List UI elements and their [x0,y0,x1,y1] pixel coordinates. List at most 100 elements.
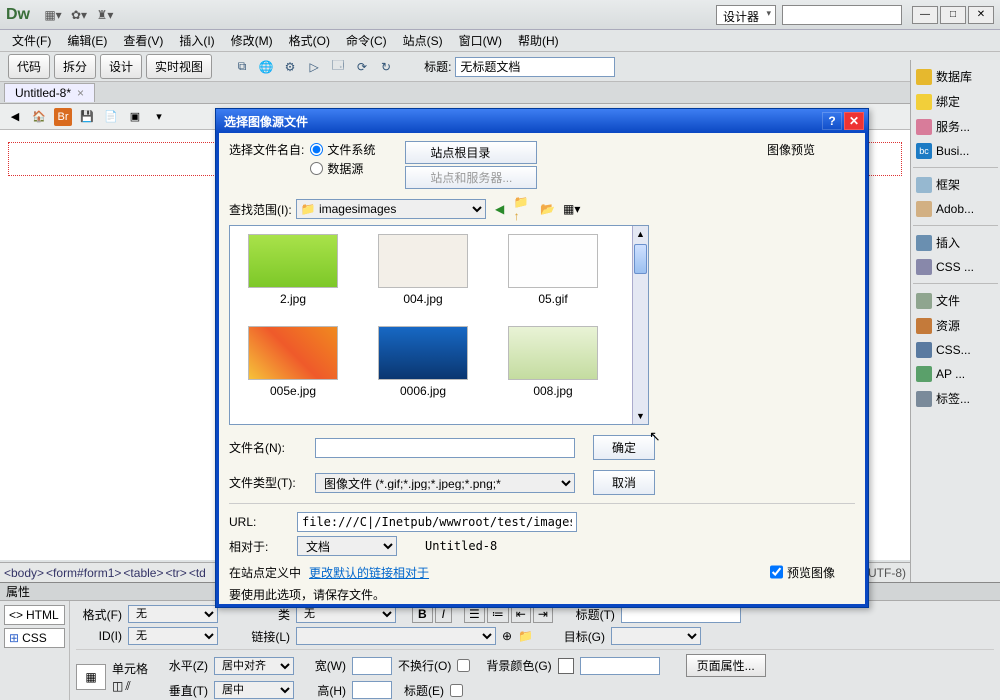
panel-bindings[interactable]: 绑定 [913,89,998,114]
format-select[interactable]: 无 [128,605,218,623]
preview-checkbox-label[interactable]: 预览图像 [770,562,835,582]
filetype-select[interactable]: 图像文件 (*.gif;*.jpg;*.jpeg;*.png;* [315,473,575,493]
panel-css[interactable]: CSS... [913,338,998,362]
file-item[interactable]: 05.gif [498,234,608,306]
file-item[interactable]: 005e.jpg [238,326,348,398]
tag-body[interactable]: <body> [4,566,44,580]
close-tab-icon[interactable]: × [77,86,84,100]
menu-window[interactable]: 窗口(W) [451,29,510,52]
layout-icon2[interactable]: ▣ [126,108,144,126]
scroll-down-icon[interactable]: ▼ [633,408,648,424]
live-code-icon[interactable]: ⧉ [232,57,252,77]
width-input[interactable] [352,657,392,675]
new-folder-icon[interactable]: 📂 [538,199,558,219]
panel-css-styles[interactable]: CSS ... [913,255,998,279]
site-icon[interactable]: ♜▾ [94,4,116,26]
file-item[interactable]: 0006.jpg [368,326,478,398]
home-icon[interactable]: 🏠 [30,108,48,126]
split-view-button[interactable]: 拆分 [54,54,96,79]
back-icon[interactable]: ◀ [490,199,510,219]
site-root-button[interactable]: 站点根目录 [405,141,537,164]
split-cell-icon[interactable]: ◫⫽ [112,679,148,694]
menu-format[interactable]: 格式(O) [281,29,338,52]
merge-cells-icon[interactable]: ▦ [76,664,106,690]
menu-insert[interactable]: 插入(I) [171,29,222,52]
header-checkbox[interactable] [450,684,463,697]
menu-modify[interactable]: 修改(M) [223,29,281,52]
bridge-icon[interactable]: Br [54,108,72,126]
panel-assets[interactable]: 资源 [913,313,998,338]
change-default-link[interactable]: 更改默认的链接相对于 [309,564,429,581]
browser-icon[interactable]: 🗔 [328,57,348,77]
file-item[interactable]: 2.jpg [238,234,348,306]
title-input[interactable] [455,57,615,77]
view-menu-icon[interactable]: ▦▾ [562,199,582,219]
panel-business[interactable]: bcBusi... [913,139,998,163]
workspace-switcher[interactable]: 设计器 [716,5,776,25]
vert-select[interactable]: 居中 [214,681,294,699]
extension-icon[interactable]: ✿▾ [68,4,90,26]
nav-back-icon[interactable]: ◀ [6,108,24,126]
up-icon[interactable]: 📁↑ [514,199,534,219]
html-mode-button[interactable]: <>HTML [4,605,65,625]
id-select[interactable]: 无 [128,627,218,645]
panel-files[interactable]: 文件 [913,288,998,313]
menu-commands[interactable]: 命令(C) [338,29,395,52]
tag-table[interactable]: <table> [123,566,163,580]
tag-td[interactable]: <td [189,566,206,580]
filename-input[interactable] [315,438,575,458]
tag-tr[interactable]: <tr> [165,566,186,580]
url-input[interactable] [297,512,577,532]
ok-button[interactable]: 确定 [593,435,655,460]
target-select[interactable] [611,627,701,645]
scroll-thumb[interactable] [634,244,647,274]
search-input[interactable] [782,5,902,25]
bgcolor-swatch[interactable] [558,658,574,674]
inspect-icon[interactable]: ⚙ [280,57,300,77]
site-servers-button[interactable]: 站点和服务器... [405,166,537,189]
panel-ap[interactable]: AP ... [913,362,998,386]
file-item[interactable]: 008.jpg [498,326,608,398]
file-list[interactable]: 2.jpg 004.jpg 05.gif 005e.jpg 0006.jpg 0… [229,225,649,425]
nav-icon[interactable]: ▷ [304,57,324,77]
window-close-button[interactable]: ✕ [968,6,994,24]
browse-folder-icon[interactable]: 📁 [518,629,533,643]
horiz-select[interactable]: 居中对齐 [214,657,294,675]
link-select[interactable] [296,627,496,645]
file-item[interactable]: 004.jpg [368,234,478,306]
live-view-button[interactable]: 实时视图 [146,54,212,79]
scrollbar[interactable]: ▲ ▼ [632,226,648,424]
menu-edit[interactable]: 编辑(E) [59,29,115,52]
panel-database[interactable]: 数据库 [913,64,998,89]
tag-form[interactable]: <form#form1> [46,566,121,580]
panel-frames[interactable]: 框架 [913,172,998,197]
menu-help[interactable]: 帮助(H) [510,29,567,52]
cancel-button[interactable]: 取消 [593,470,655,495]
menu-site[interactable]: 站点(S) [395,29,451,52]
refresh-icon[interactable]: ⟳ [352,57,372,77]
dialog-help-button[interactable]: ? [822,112,842,130]
height-input[interactable] [352,681,392,699]
panel-server[interactable]: 服务... [913,114,998,139]
document-tab[interactable]: Untitled-8* × [4,83,95,102]
dialog-titlebar[interactable]: 选择图像源文件 ? ✕ [216,109,868,133]
preview-checkbox[interactable] [770,562,783,582]
panel-adobe[interactable]: Adob... [913,197,998,221]
relative-select[interactable]: 文档 [297,536,397,556]
globe-icon[interactable]: 🌐 [256,57,276,77]
code-view-button[interactable]: 代码 [8,54,50,79]
page-icon[interactable]: 📄 [102,108,120,126]
menu-view[interactable]: 查看(V) [115,29,171,52]
layout-icon[interactable]: ▦▾ [42,4,64,26]
panel-insert[interactable]: 插入 [913,230,998,255]
bgcolor-input[interactable] [580,657,660,675]
save-icon[interactable]: 💾 [78,108,96,126]
window-max-button[interactable]: □ [940,6,966,24]
radio-datasource[interactable]: 数据源 [310,160,375,177]
menu-file[interactable]: 文件(F) [4,29,59,52]
panel-tags[interactable]: 标签... [913,386,998,411]
lookin-select[interactable]: 📁 imagesimages [296,199,486,219]
page-props-button[interactable]: 页面属性... [686,654,766,677]
dialog-close-button[interactable]: ✕ [844,112,864,130]
css-mode-button[interactable]: ⊞CSS [4,628,65,648]
